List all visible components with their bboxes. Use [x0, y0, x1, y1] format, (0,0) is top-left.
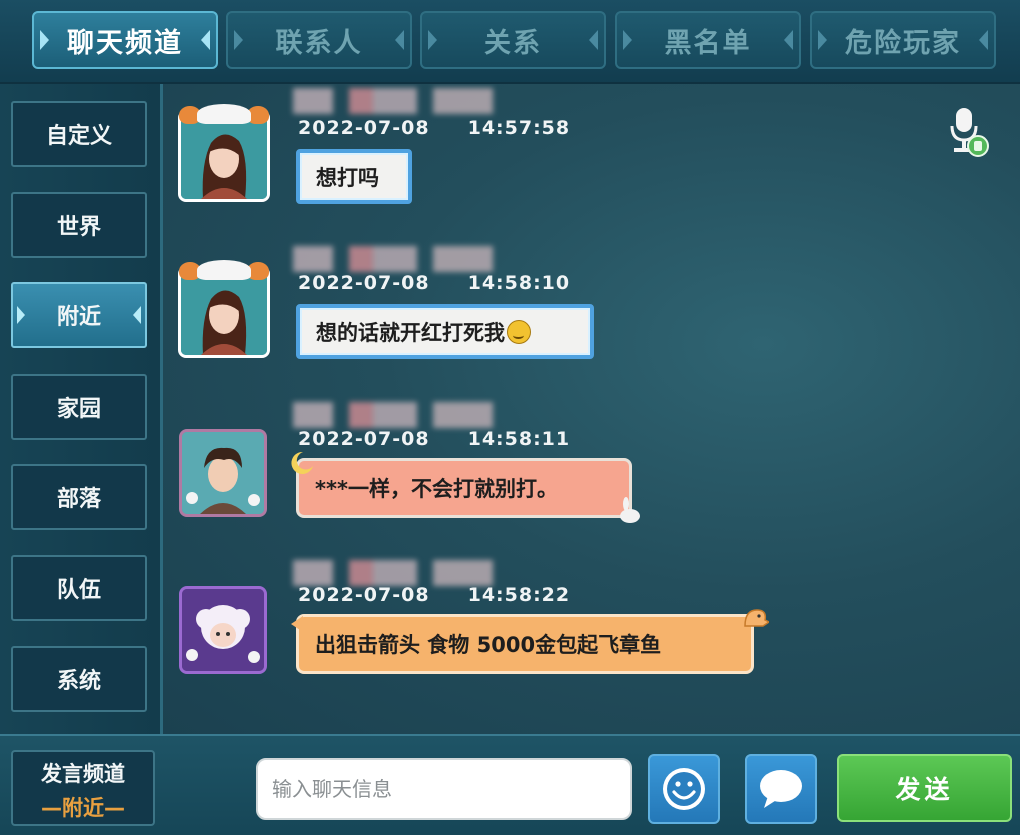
sidebar-item-label: 自定义 [45, 124, 112, 149]
boy-avatar-icon [182, 432, 264, 514]
tab-dangerous-players[interactable]: 危险玩家 [810, 11, 996, 69]
voice-microphone-icon[interactable] [946, 106, 990, 158]
message-timestamp: 2022-07-08 14:58:10 [298, 272, 571, 294]
sidebar-item-label: 队伍 [56, 578, 101, 603]
tab-label: 联系人 [275, 27, 363, 59]
speaking-channel-selector[interactable]: 发言频道 —附近— [11, 750, 155, 826]
chat-input-bar: 发言频道 —附近— 发送 [0, 734, 1020, 835]
message-text: ***一样，不会打就别打。 [315, 477, 558, 501]
sidebar-item-label: 世界 [56, 215, 101, 240]
chevron-right-icon [201, 30, 210, 50]
blurred-username [293, 402, 493, 428]
tab-label: 黑名单 [664, 27, 752, 59]
sidebar-item-team[interactable]: 队伍 [11, 555, 147, 621]
chat-bubble-button[interactable] [745, 754, 817, 824]
chat-message-list[interactable]: 2022-07-08 14:57:58 想打吗 2022-07-08 14:58… [163, 84, 1020, 734]
chevron-right-icon [784, 30, 793, 50]
message-timestamp: 2022-07-08 14:57:58 [298, 117, 571, 139]
blurred-username [293, 246, 493, 272]
sidebar-item-label: 部落 [56, 487, 101, 512]
tab-relations[interactable]: 关系 [420, 11, 606, 69]
sheep-avatar-icon [182, 589, 264, 671]
chevron-left-icon [40, 30, 49, 50]
message-timestamp: 2022-07-08 14:58:11 [298, 428, 571, 450]
tab-label: 关系 [484, 27, 542, 59]
blurred-username [293, 560, 493, 586]
tab-chat-channel[interactable]: 聊天频道 [32, 11, 218, 69]
tab-blacklist[interactable]: 黑名单 [615, 11, 801, 69]
smile-icon [663, 768, 705, 810]
message-bubble: 想打吗 [296, 149, 412, 204]
emoji-button[interactable] [648, 754, 720, 824]
sidebar-item-system[interactable]: 系统 [11, 646, 147, 712]
bubble-tail-icon [291, 616, 303, 632]
message-text: 出狙击箭头 食物 5000金包起飞章鱼 [315, 633, 662, 657]
chat-message-input[interactable] [256, 758, 632, 820]
channel-title: 发言频道 [41, 762, 125, 786]
tab-contacts[interactable]: 联系人 [226, 11, 412, 69]
chevron-left-icon [234, 30, 243, 50]
tab-label: 聊天频道 [67, 27, 183, 59]
chevron-right-icon [395, 30, 404, 50]
avatar[interactable] [179, 429, 267, 517]
message-bubble: 出狙击箭头 食物 5000金包起飞章鱼 [296, 614, 754, 674]
chevron-right-icon [979, 30, 988, 50]
send-button-label: 发送 [895, 775, 954, 804]
chevron-right-icon [589, 30, 598, 50]
sidebar-item-tribe[interactable]: 部落 [11, 464, 147, 530]
channel-sidebar: 自定义 世界 附近 家园 部落 队伍 系统 [0, 84, 163, 734]
send-button[interactable]: 发送 [837, 754, 1012, 822]
sidebar-item-nearby[interactable]: 附近 [11, 282, 147, 348]
speech-bubble-icon [760, 770, 802, 808]
sidebar-item-label: 系统 [56, 669, 101, 694]
message-bubble: ***一样，不会打就别打。 [296, 458, 632, 518]
moon-decoration-icon [291, 451, 313, 474]
smirk-emoji-icon [507, 319, 531, 344]
sidebar-item-world[interactable]: 世界 [11, 192, 147, 258]
blurred-username [293, 88, 493, 114]
sidebar-item-label: 附近 [56, 305, 101, 330]
sidebar-item-home[interactable]: 家园 [11, 374, 147, 440]
message-bubble: 想的话就开红打死我 [296, 304, 594, 359]
message-timestamp: 2022-07-08 14:58:22 [298, 584, 571, 606]
chevron-left-icon [623, 30, 632, 50]
top-tab-bar: 聊天频道 联系人 关系 黑名单 危险玩家 [0, 0, 1020, 82]
duck-decoration-icon [744, 609, 769, 627]
rabbit-decoration-icon [620, 497, 640, 523]
message-text: 想的话就开红打死我 [316, 320, 505, 345]
sidebar-item-label: 家园 [56, 397, 101, 422]
message-text: 想打吗 [316, 165, 379, 190]
tab-label: 危险玩家 [845, 27, 961, 59]
chevron-left-icon [428, 30, 437, 50]
panda-hat-decoration [179, 260, 269, 286]
channel-value: —附近— [41, 796, 125, 820]
sidebar-item-custom[interactable]: 自定义 [11, 101, 147, 167]
chevron-right-icon [133, 306, 141, 324]
panda-hat-decoration [179, 104, 269, 130]
avatar[interactable] [179, 586, 267, 674]
chevron-left-icon [17, 306, 25, 324]
chevron-left-icon [818, 30, 827, 50]
